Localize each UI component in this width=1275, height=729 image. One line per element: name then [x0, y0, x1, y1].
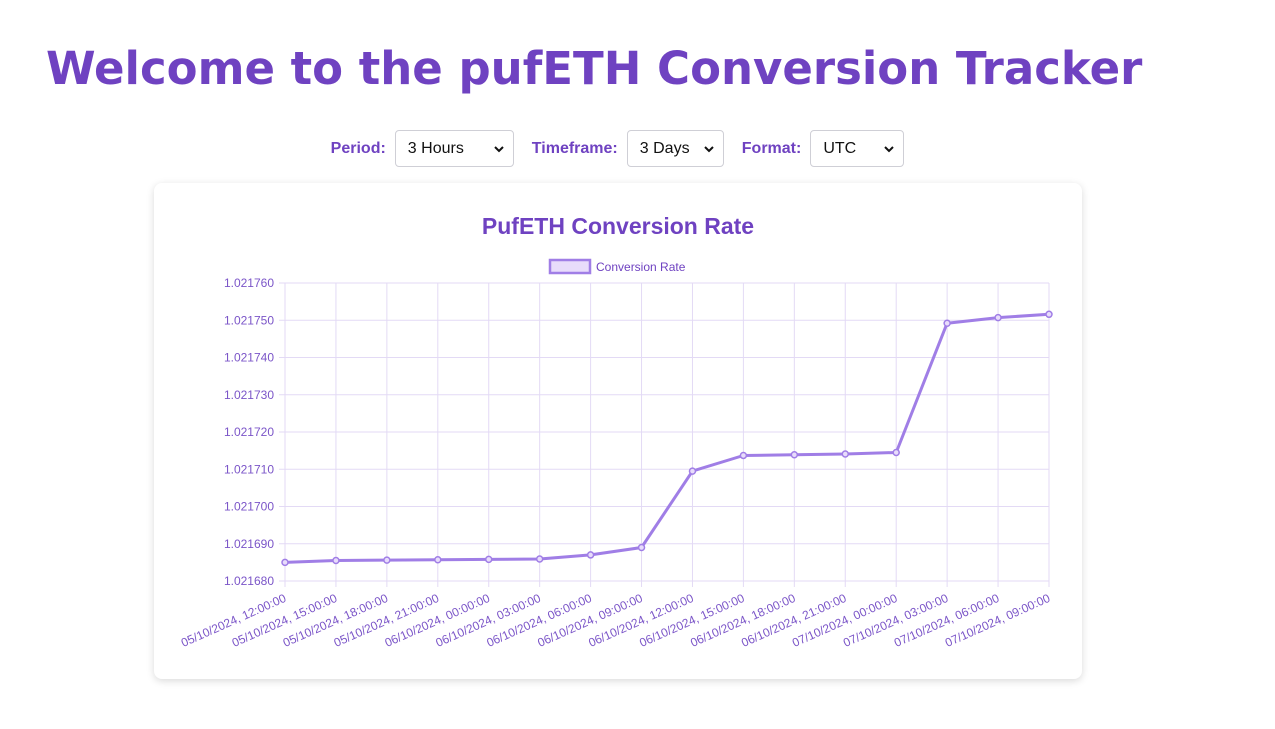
data-point [281, 558, 289, 567]
conversion-rate-chart: PufETH Conversion Rate Conversion Rate 1… [179, 213, 1053, 650]
chart-card: PufETH Conversion Rate Conversion Rate 1… [154, 183, 1082, 679]
data-point [383, 556, 391, 564]
y-tick-label: 1.021720 [224, 425, 274, 439]
y-tick-label: 1.021700 [224, 500, 274, 514]
format-select[interactable]: UTC [810, 130, 905, 167]
data-point [790, 450, 799, 459]
y-tick-label: 1.021760 [224, 276, 274, 290]
chart-series [281, 310, 1053, 567]
y-tick-label: 1.021680 [224, 574, 274, 588]
data-point [1045, 310, 1053, 319]
data-point [739, 451, 748, 460]
legend-swatch[interactable] [548, 258, 592, 275]
data-point [434, 556, 442, 564]
timeframe-label: Timeframe: [531, 139, 618, 157]
legend-label[interactable]: Conversion Rate [596, 260, 686, 274]
y-tick-label: 1.021690 [224, 537, 274, 551]
y-tick-label: 1.021710 [224, 462, 274, 476]
timeframe-select-value: 3 Days [639, 139, 690, 157]
chart-title: PufETH Conversion Rate [482, 213, 754, 239]
data-point [943, 319, 951, 327]
period-label: Period: [330, 139, 386, 157]
controls-bar: Period: 3 Hours Timeframe: 3 Days Format… [0, 130, 1235, 167]
chart-axes: 1.021760 1.021750 1.021740 1.021730 1.021720… [179, 276, 1053, 650]
data-point [688, 467, 697, 475]
period-select[interactable]: 3 Hours [394, 130, 514, 167]
data-point [535, 555, 544, 563]
chevron-down-icon [884, 145, 895, 152]
data-point [586, 551, 595, 559]
chevron-down-icon [494, 145, 504, 152]
data-point [484, 555, 493, 564]
series-line [283, 312, 1051, 564]
y-tick-label: 1.021740 [224, 351, 274, 365]
format-select-value: UTC [823, 139, 857, 157]
data-point [637, 543, 646, 552]
chevron-down-icon [704, 145, 714, 152]
page-title: Welcome to the pufETH Conversion Tracker [46, 42, 1143, 95]
data-point [892, 448, 900, 457]
format-label: Format: [741, 139, 802, 157]
data-point [841, 450, 850, 458]
data-point [332, 556, 340, 565]
data-point [994, 313, 1002, 322]
chart-grid [279, 282, 1050, 587]
y-tick-label: 1.021730 [224, 388, 274, 402]
period-select-value: 3 Hours [407, 139, 464, 157]
y-tick-label: 1.021750 [224, 313, 274, 327]
timeframe-select[interactable]: 3 Days [626, 130, 724, 167]
